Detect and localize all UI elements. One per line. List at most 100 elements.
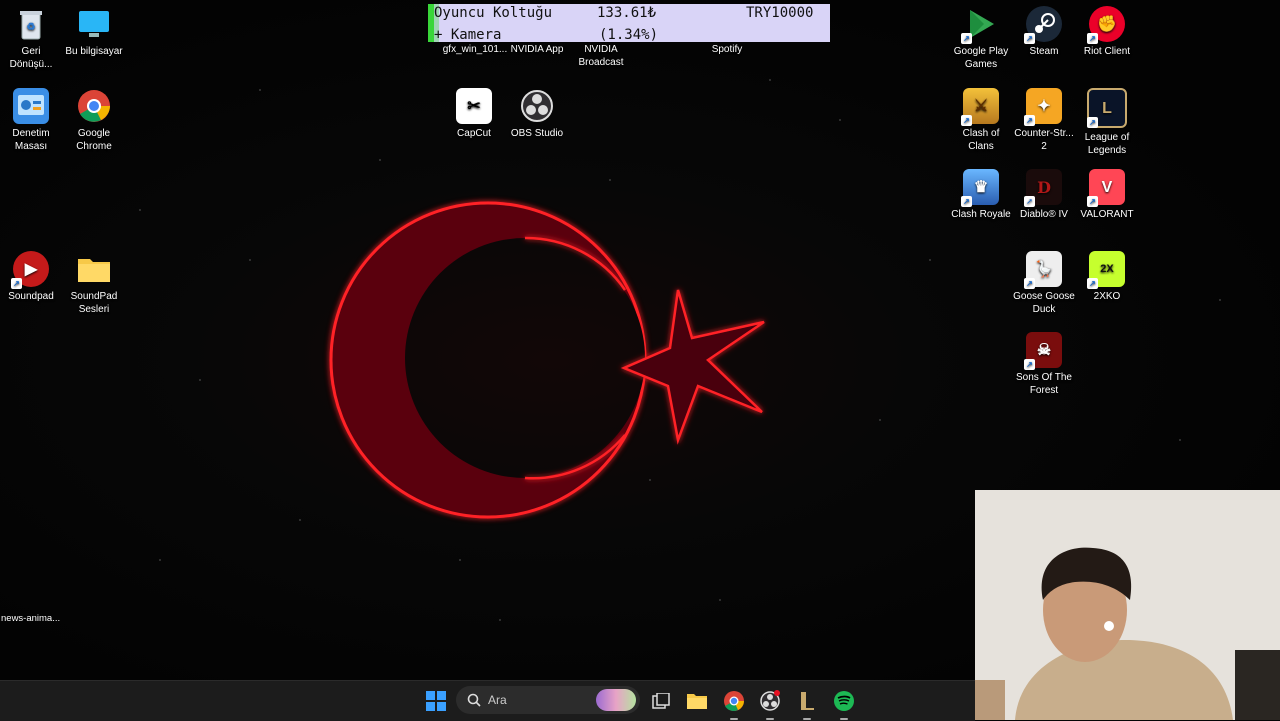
league-icon: L ↗ <box>1087 88 1127 128</box>
league-icon <box>801 692 814 710</box>
folder-icon <box>76 251 112 287</box>
desktop-icon-valorant[interactable]: V ↗ VALORANT <box>1075 169 1139 221</box>
this-pc-label: Bu bilgisayar <box>65 46 123 57</box>
task-view-button[interactable] <box>649 689 673 713</box>
shortcut-arrow-icon: ↗ <box>961 115 972 126</box>
nvidia-app-label: NVIDIA App <box>510 44 564 55</box>
start-button[interactable] <box>424 689 448 713</box>
news-animation-label[interactable]: news-anima... <box>1 613 60 624</box>
control-panel-icon <box>13 88 49 124</box>
desktop-icon-obs[interactable]: OBS Studio <box>505 88 569 140</box>
flag-crescent-star-art <box>329 201 765 519</box>
soundpad-icon: ▶ ↗ <box>11 251 49 289</box>
search-highlight-image <box>596 689 636 711</box>
goose-label: Goose Goose Duck <box>1013 291 1075 315</box>
taskbar-spotify[interactable] <box>832 689 856 713</box>
taskbar-file-explorer[interactable] <box>685 689 709 713</box>
search-icon <box>467 693 481 707</box>
desktop-icon-goose[interactable]: 🪿 ↗ Goose Goose Duck <box>1012 251 1076 316</box>
obs-icon <box>519 88 555 124</box>
clash-of-clans-icon: ⚔ ↗ <box>961 88 999 126</box>
shortcut-arrow-icon: ↗ <box>1087 117 1098 128</box>
counter-strike-label: Counter-Str... 2 <box>1014 128 1074 152</box>
desktop-icon-diablo[interactable]: D ↗ Diablo® IV <box>1012 169 1076 221</box>
shortcut-arrow-icon: ↗ <box>1024 359 1035 370</box>
shortcut-arrow-icon: ↗ <box>1024 278 1035 289</box>
shortcut-arrow-icon: ↗ <box>1087 196 1098 207</box>
goose-icon: 🪿 ↗ <box>1024 251 1062 289</box>
twoxko-label: 2XKO <box>1093 291 1121 302</box>
shortcut-arrow-icon: ↗ <box>1024 33 1035 44</box>
desktop-icon-soundpad-folder[interactable]: SoundPad Sesleri <box>62 251 126 316</box>
diablo-icon: D ↗ <box>1024 169 1062 207</box>
spotify-label: Spotify <box>711 44 743 55</box>
desktop-icon-sons-forest[interactable]: ☠ ↗ Sons Of The Forest <box>1012 332 1076 397</box>
shortcut-arrow-icon: ↗ <box>1087 33 1098 44</box>
desktop-icon-capcut[interactable]: ✂ CapCut <box>442 88 506 140</box>
windows-logo-icon <box>426 691 446 711</box>
google-play-games-icon: ↗ <box>961 6 999 44</box>
control-panel-label: Denetim Masası <box>12 128 50 152</box>
donation-item: Oyuncu Koltuğu <box>434 5 553 21</box>
shortcut-arrow-icon: ↗ <box>1024 115 1035 126</box>
folder-icon <box>687 694 707 709</box>
desktop-icon-gfx[interactable]: gfx_win_101... <box>442 43 508 56</box>
riot-fist-icon: ✊ ↗ <box>1087 6 1125 44</box>
capcut-icon: ✂ <box>456 88 492 124</box>
sons-forest-label: Sons Of The Forest <box>1016 372 1072 396</box>
taskbar-search-box[interactable]: Ara <box>456 686 640 714</box>
twoxko-icon: 2X ↗ <box>1087 251 1125 289</box>
soundpad-folder-label: SoundPad Sesleri <box>70 291 118 315</box>
desktop-icon-recycle-bin[interactable]: ♻ Geri Dönüşü... <box>0 6 63 71</box>
chrome-label: Google Chrome <box>76 128 112 152</box>
webcam-person-figure <box>975 490 1280 720</box>
taskbar-league[interactable] <box>795 689 819 713</box>
desktop-icon-spotify[interactable]: Spotify <box>695 43 759 56</box>
desktop-icon-nvidia-app[interactable]: NVIDIA App <box>505 43 569 56</box>
recycle-bin-icon: ♻ <box>13 6 49 42</box>
desktop-icon-google-play-games[interactable]: ↗ Google Play Games <box>949 6 1013 71</box>
shortcut-arrow-icon: ↗ <box>961 196 972 207</box>
valorant-label: VALORANT <box>1080 209 1134 220</box>
svg-text:♻: ♻ <box>27 22 36 33</box>
desktop-icon-control-panel[interactable]: Denetim Masası <box>0 88 63 153</box>
taskbar-chrome[interactable] <box>722 689 746 713</box>
spotify-icon <box>834 691 854 711</box>
taskbar-obs[interactable] <box>758 689 782 713</box>
desktop-icon-this-pc[interactable]: Bu bilgisayar <box>62 6 126 58</box>
shortcut-arrow-icon: ↗ <box>1087 278 1098 289</box>
recycle-bin-label: Geri Dönüşü... <box>9 46 53 70</box>
gfx-label: gfx_win_101... <box>442 44 508 55</box>
donation-goal: TRY10000 <box>746 5 814 21</box>
chrome-icon <box>76 88 112 124</box>
desktop-icon-steam[interactable]: ↗ Steam <box>1012 6 1076 58</box>
desktop-icon-counter-strike[interactable]: ✦ ↗ Counter-Str... 2 <box>1012 88 1076 153</box>
donation-percent: (1.34%) <box>599 27 659 42</box>
steam-label: Steam <box>1029 46 1059 57</box>
search-placeholder: Ara <box>488 693 507 707</box>
shortcut-arrow-icon: ↗ <box>11 278 22 289</box>
valorant-icon: V ↗ <box>1087 169 1125 207</box>
donation-line2: + Kamera <box>434 27 502 42</box>
desktop-icon-clash-royale[interactable]: ♛ ↗ Clash Royale <box>949 169 1013 221</box>
desktop-icon-riot-client[interactable]: ✊ ↗ Riot Client <box>1075 6 1139 58</box>
league-label: League of Legends <box>1084 132 1130 156</box>
steam-icon: ↗ <box>1024 6 1062 44</box>
google-play-games-label: Google Play Games <box>953 46 1009 70</box>
shortcut-arrow-icon: ↗ <box>1024 196 1035 207</box>
desktop-icon-nvidia-broadcast[interactable]: NVIDIA Broadcast <box>569 43 633 69</box>
webcam-overlay <box>975 490 1280 720</box>
desktop-icon-chrome[interactable]: Google Chrome <box>62 88 126 153</box>
obs-label: OBS Studio <box>510 128 564 139</box>
riot-client-label: Riot Client <box>1083 46 1131 57</box>
obs-icon <box>760 690 780 711</box>
clash-royale-label: Clash Royale <box>951 209 1011 220</box>
donation-current: 133.61₺ <box>597 5 657 21</box>
capcut-label: CapCut <box>457 128 491 139</box>
desktop-icon-league[interactable]: L ↗ League of Legends <box>1075 88 1139 157</box>
desktop-icon-clash-of-clans[interactable]: ⚔ ↗ Clash of Clans <box>949 88 1013 153</box>
desktop-icon-2xko[interactable]: 2X ↗ 2XKO <box>1075 251 1139 303</box>
sons-forest-icon: ☠ ↗ <box>1024 332 1062 370</box>
desktop-icon-soundpad[interactable]: ▶ ↗ Soundpad <box>0 251 63 303</box>
clash-of-clans-label: Clash of Clans <box>962 128 1000 152</box>
